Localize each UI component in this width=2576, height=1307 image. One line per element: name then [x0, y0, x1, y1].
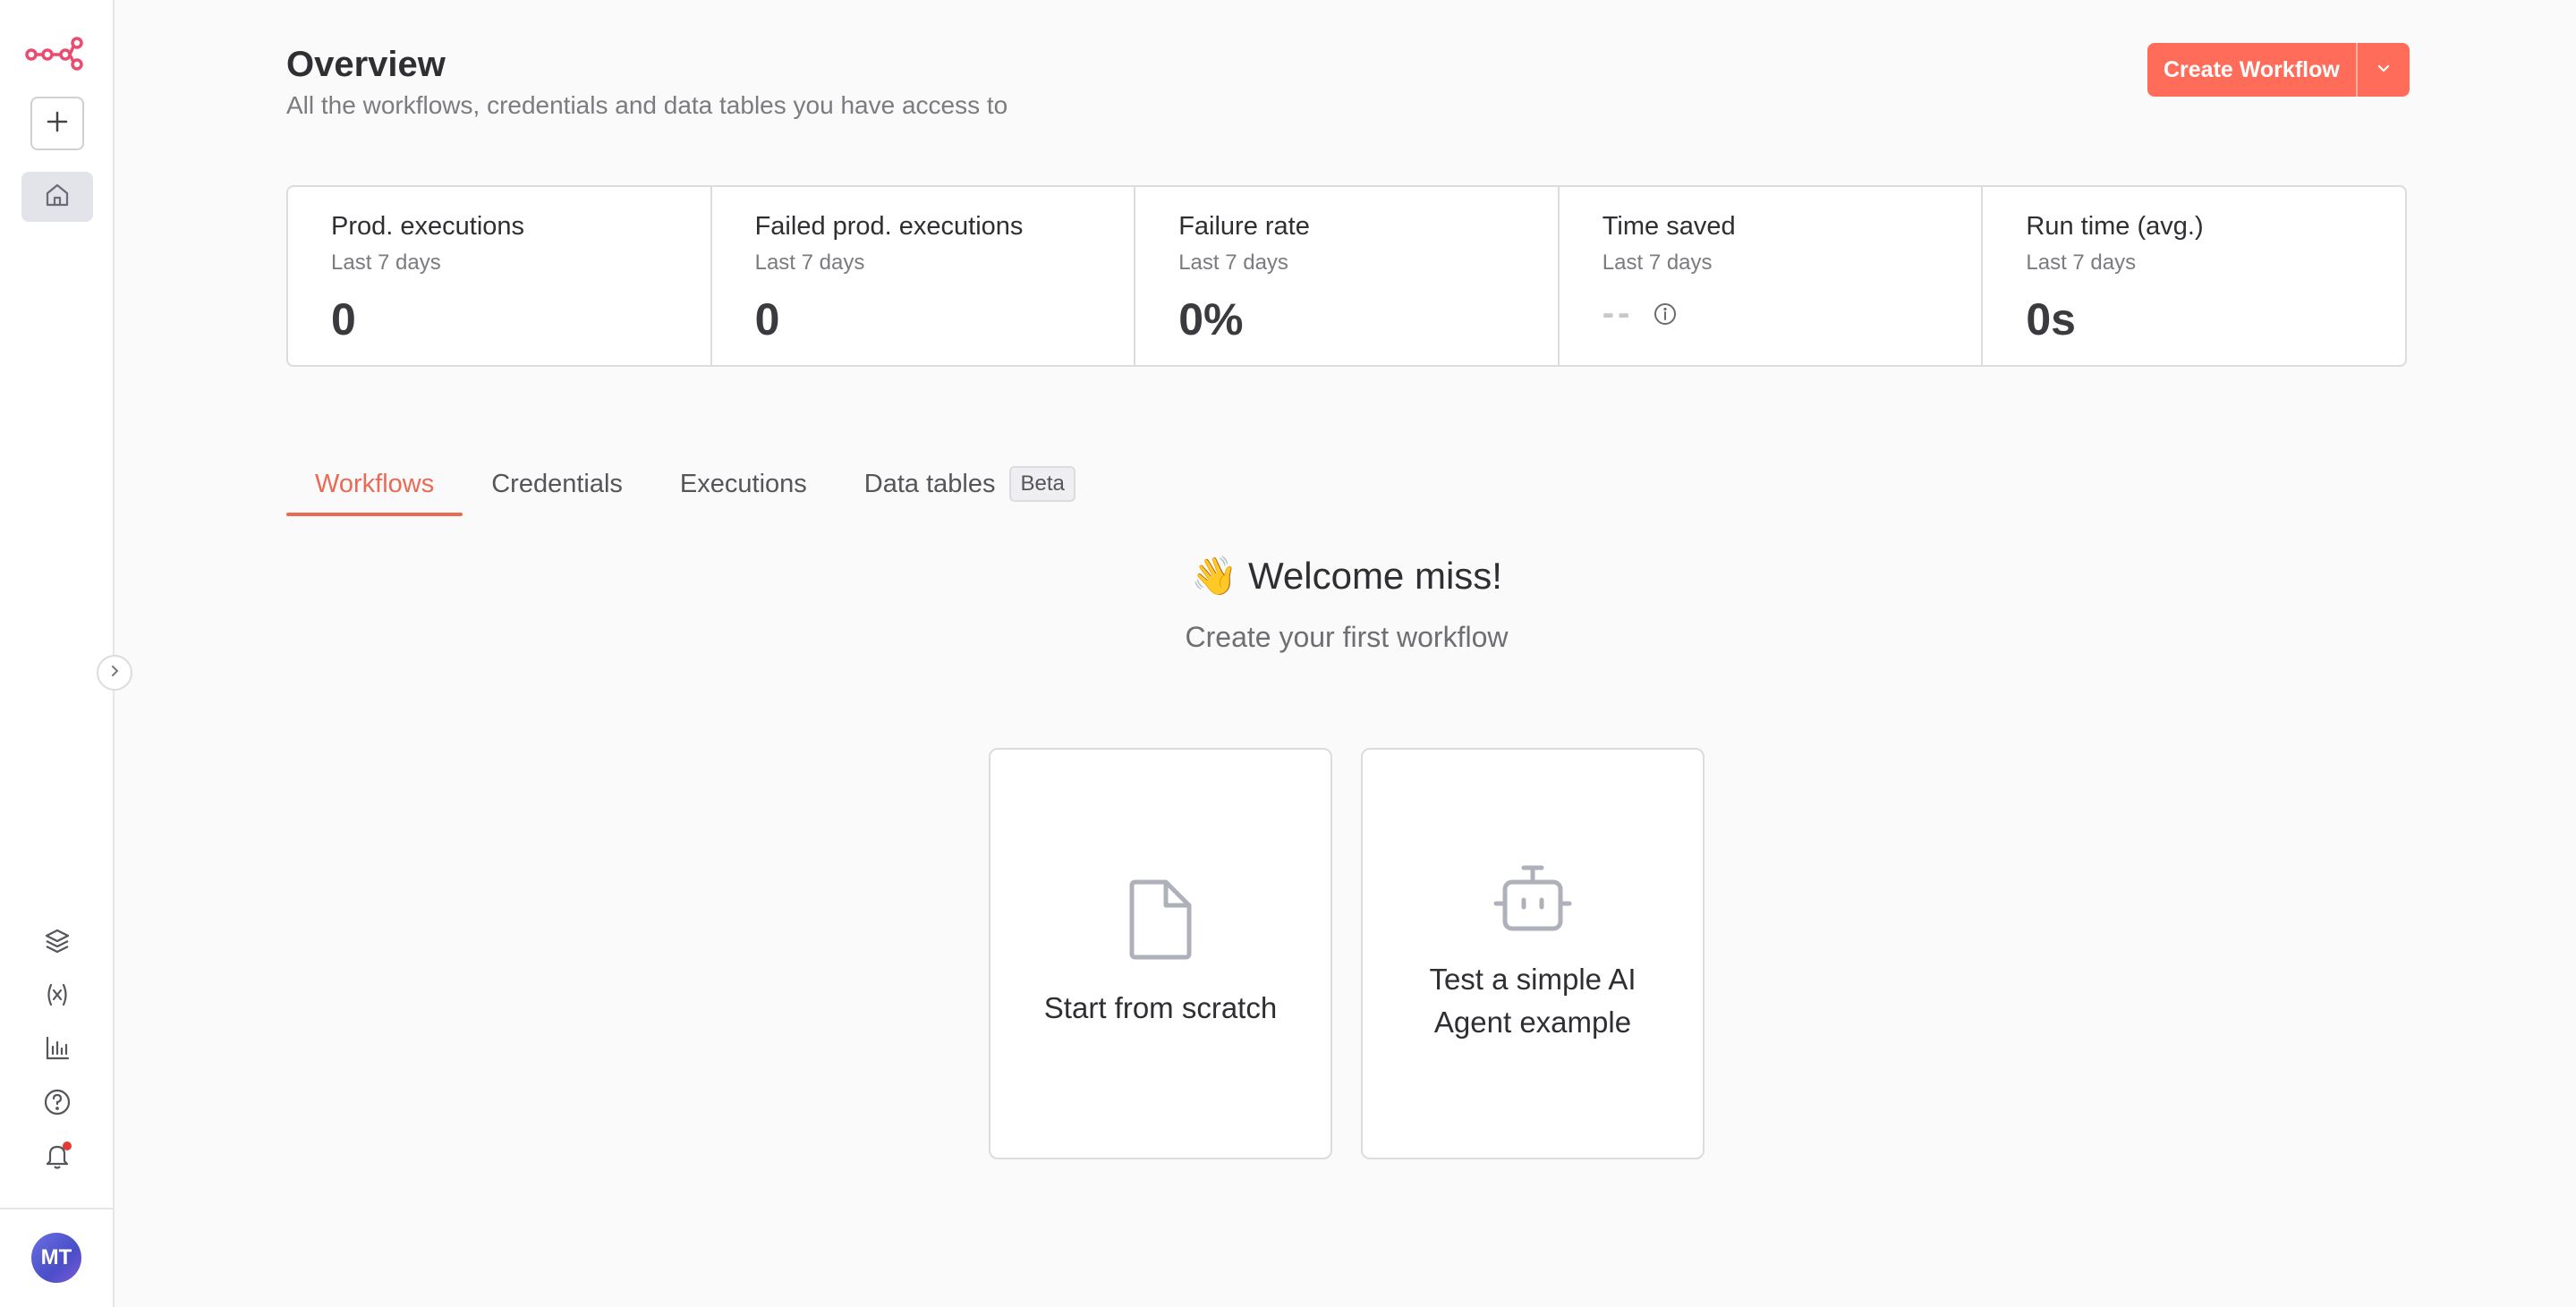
home-icon: [44, 182, 71, 213]
info-icon[interactable]: [1653, 301, 1678, 327]
variables-icon: [43, 980, 72, 1014]
sidebar-item-variables[interactable]: [36, 975, 79, 1018]
welcome-title: Welcome miss!: [1248, 555, 1502, 597]
app-root: MT Overview All the workflows, credentia…: [0, 0, 2576, 1307]
sidebar-item-help[interactable]: [36, 1082, 79, 1125]
sidebar-item-notifications[interactable]: [36, 1136, 79, 1179]
stat-title: Time saved: [1602, 212, 1736, 241]
chevron-down-icon: [2375, 59, 2393, 81]
sidebar-item-templates[interactable]: [36, 921, 79, 964]
stat-period: Last 7 days: [331, 250, 441, 275]
wave-emoji: 👋: [1191, 555, 1238, 597]
welcome-heading: 👋 Welcome miss!: [0, 555, 2576, 598]
stat-failure-rate[interactable]: Failure rate Last 7 days 0%: [1135, 187, 1560, 365]
avatar[interactable]: MT: [31, 1233, 81, 1283]
stat-value: 0%: [1178, 294, 1244, 344]
insights-summary: Prod. executions Last 7 days 0 Failed pr…: [286, 185, 2407, 367]
stat-value: --: [1602, 293, 1634, 333]
stat-title: Run time (avg.): [2026, 212, 2204, 241]
insights-icon: [43, 1034, 72, 1067]
stat-period: Last 7 days: [1178, 250, 1288, 275]
create-workflow-button[interactable]: Create Workflow: [2147, 43, 2356, 97]
ai-agent-example-card[interactable]: Test a simple AI Agent example: [1361, 748, 1705, 1159]
stat-title: Failure rate: [1178, 212, 1310, 241]
stat-run-time-avg[interactable]: Run time (avg.) Last 7 days 0s: [1983, 187, 2405, 365]
create-workflow-group: Create Workflow: [2147, 43, 2410, 97]
tabs: Workflows Credentials Executions Data ta…: [286, 461, 1104, 516]
stat-time-saved[interactable]: Time saved Last 7 days --: [1560, 187, 1984, 365]
stat-failed-prod-executions[interactable]: Failed prod. executions Last 7 days 0: [712, 187, 1136, 365]
page-title: Overview: [286, 45, 446, 84]
tab-data-tables[interactable]: Data tables Beta: [836, 461, 1104, 516]
page-subtitle: All the workflows, credentials and data …: [286, 91, 1008, 119]
card-label: Test a simple AI Agent example: [1429, 962, 1637, 1039]
file-icon: [1126, 878, 1194, 965]
stat-value: 0s: [2026, 294, 2076, 344]
tab-workflows[interactable]: Workflows: [286, 461, 463, 516]
stat-title: Prod. executions: [331, 212, 525, 241]
stat-value: 0: [331, 294, 356, 344]
collapse-sidebar-button[interactable]: [97, 655, 132, 691]
start-from-scratch-card[interactable]: Start from scratch: [989, 748, 1332, 1159]
tab-executions[interactable]: Executions: [651, 461, 836, 516]
new-button[interactable]: [30, 97, 84, 150]
stat-period: Last 7 days: [2026, 250, 2137, 275]
robot-icon: [1492, 864, 1573, 937]
sidebar-divider: [0, 1208, 115, 1209]
templates-icon: [43, 927, 72, 960]
notification-dot: [63, 1142, 72, 1150]
plus-icon: [46, 110, 69, 138]
tab-data-tables-label: Data tables: [863, 470, 996, 498]
create-workflow-dropdown-button[interactable]: [2355, 43, 2410, 97]
welcome-subtitle: Create your first workflow: [1185, 621, 1509, 653]
tab-credentials[interactable]: Credentials: [463, 461, 651, 516]
chevron-right-icon: [107, 664, 122, 683]
sidebar-item-home[interactable]: [21, 172, 93, 222]
stat-prod-executions[interactable]: Prod. executions Last 7 days 0: [288, 187, 712, 365]
help-icon: [43, 1088, 72, 1121]
stat-period: Last 7 days: [1602, 250, 1713, 275]
stat-period: Last 7 days: [754, 250, 865, 275]
beta-badge: Beta: [1009, 466, 1075, 502]
stat-title: Failed prod. executions: [754, 212, 1024, 241]
n8n-logo[interactable]: [25, 36, 86, 72]
stat-value-wrap: --: [1603, 293, 1939, 334]
card-label: Start from scratch: [1043, 990, 1278, 1024]
sidebar-item-insights[interactable]: [36, 1029, 79, 1072]
stat-value: 0: [754, 294, 780, 344]
